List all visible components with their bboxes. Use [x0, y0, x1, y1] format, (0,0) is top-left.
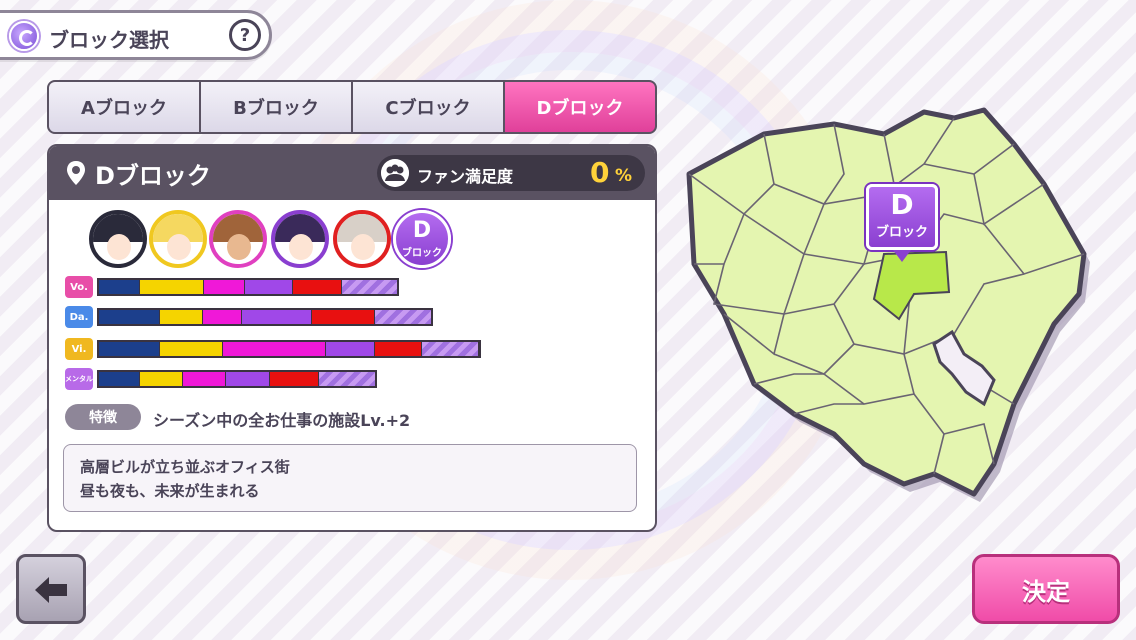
map-marker-label: ブロック [875, 225, 928, 240]
description-line: 高層ビルが立ち並ぶオフィス街 [80, 458, 290, 476]
panel-header: Dブロック ファン満足度 0 % [49, 146, 655, 200]
map-block-marker[interactable]: D ブロック [866, 184, 938, 250]
block-badge: D ブロック [393, 210, 451, 268]
idol-portrait[interactable] [89, 210, 147, 268]
mental-bar [97, 370, 377, 388]
fan-satisfaction-label: ファン満足度 [417, 167, 514, 186]
vocal-icon: Vo. [65, 276, 93, 298]
block-select-icon [9, 21, 39, 51]
description-line: 昼も夜も、未来が生まれる [80, 482, 260, 500]
help-button[interactable]: ? [229, 19, 261, 51]
panel-title: Dブロック [95, 162, 211, 190]
idol-portrait[interactable] [209, 210, 267, 268]
fans-icon [381, 159, 409, 187]
feature-tag: 特徴 [65, 404, 141, 430]
mental-icon: メンタル [65, 368, 93, 390]
fan-satisfaction-value: 0 [590, 156, 610, 189]
visual-icon: Vi. [65, 338, 93, 360]
tab-c-block[interactable]: Cブロック [353, 82, 503, 132]
idol-portrait[interactable] [271, 210, 329, 268]
back-button[interactable] [16, 554, 86, 624]
page-title: ブロック選択 [49, 28, 169, 52]
dance-icon: Da. [65, 306, 93, 328]
confirm-button[interactable]: 決定 [972, 554, 1120, 624]
block-badge-letter: D [412, 218, 432, 243]
block-badge-label: ブロック [402, 248, 442, 259]
dance-bar [97, 308, 433, 326]
feature-text: シーズン中の全お仕事の施設Lv.+2 [153, 411, 411, 430]
screen-header: ブロック選択 ? [0, 10, 272, 60]
block-tabs: Aブロック Bブロック Cブロック Dブロック [47, 80, 657, 134]
block-info-panel: Dブロック ファン満足度 0 % D ブロック Vo. Da. Vi. メンタル… [47, 144, 657, 532]
map-marker-tail [893, 250, 911, 262]
tab-d-block[interactable]: Dブロック [505, 82, 655, 132]
fan-satisfaction-unit: % [615, 166, 633, 186]
location-pin-icon [67, 161, 85, 185]
tab-a-block[interactable]: Aブロック [49, 82, 199, 132]
description-box: 高層ビルが立ち並ぶオフィス街 昼も夜も、未来が生まれる [63, 444, 637, 512]
district-map [686, 107, 1090, 502]
idol-portrait[interactable] [333, 210, 391, 268]
tab-b-block[interactable]: Bブロック [201, 82, 351, 132]
vocal-bar [97, 278, 399, 296]
map-marker-letter: D [890, 188, 914, 221]
fan-satisfaction: ファン満足度 0 % [377, 155, 645, 191]
idol-portrait[interactable] [149, 210, 207, 268]
visual-bar [97, 340, 481, 358]
back-arrow-icon [35, 577, 67, 603]
